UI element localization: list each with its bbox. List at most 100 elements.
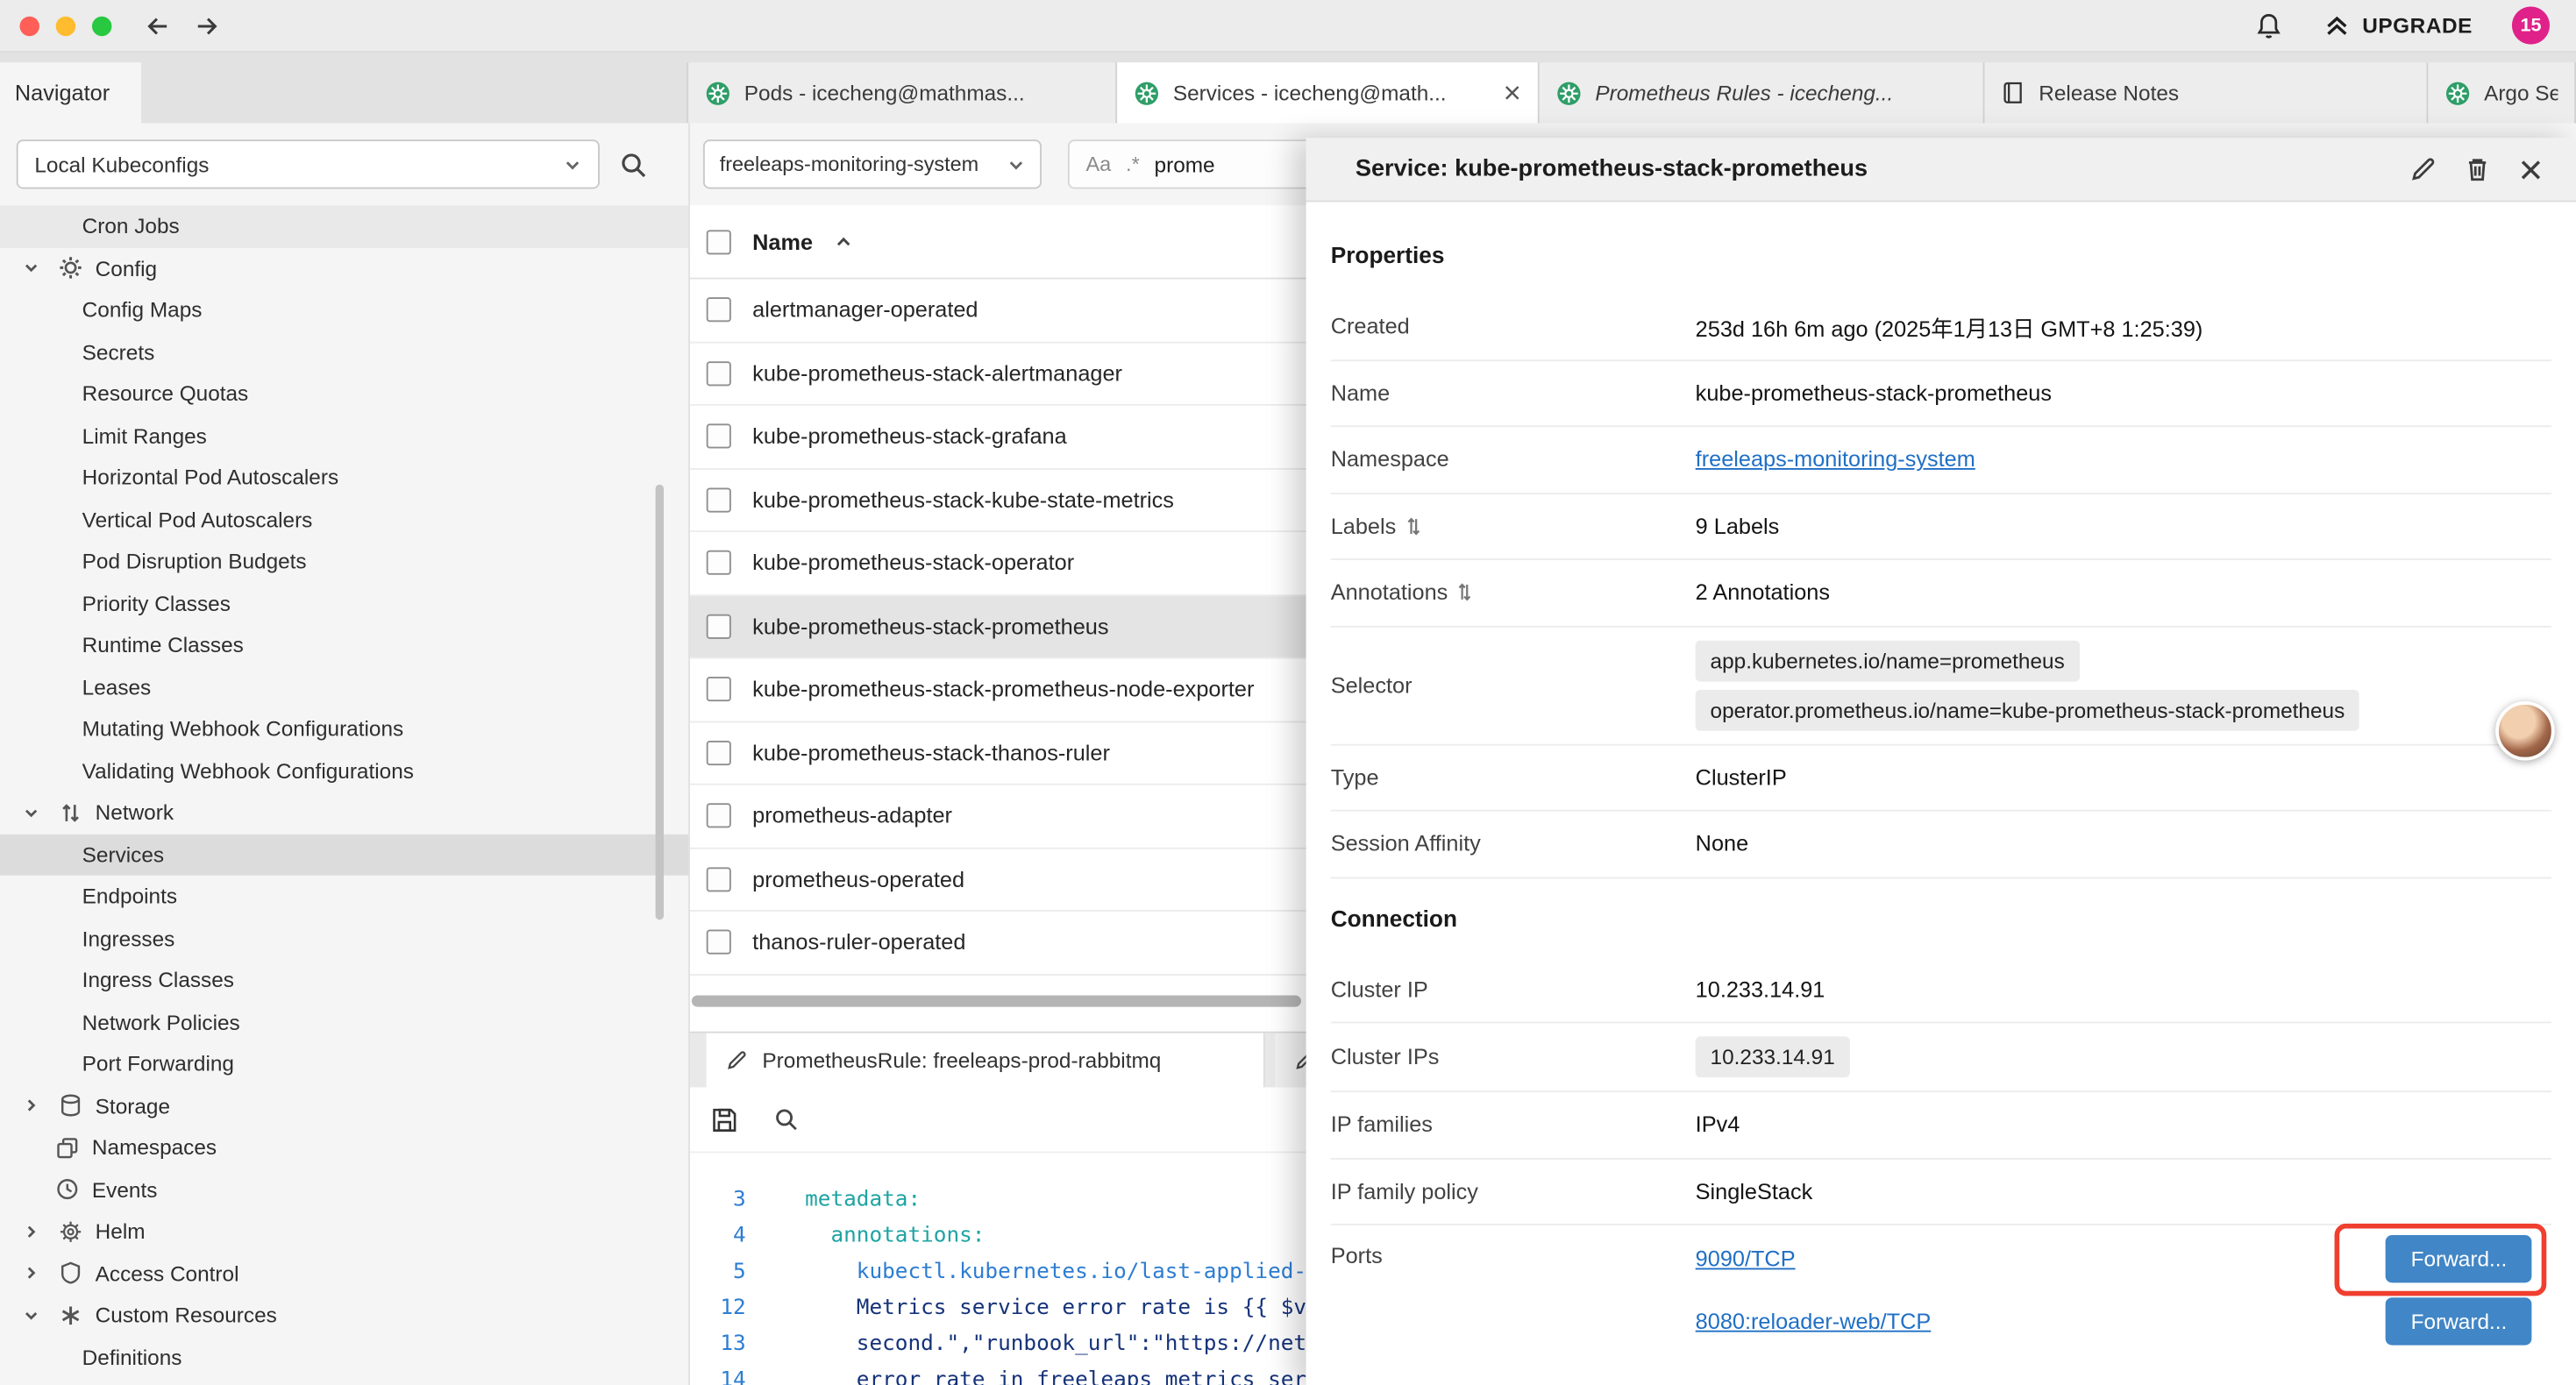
close-icon[interactable] — [2518, 157, 2543, 181]
row-checkbox[interactable] — [707, 424, 731, 449]
sidebar-item-namespaces[interactable]: Namespaces — [0, 1126, 688, 1168]
row-name: kube-prometheus-stack-kube-state-metrics — [752, 487, 1174, 512]
sidebar-search-icon[interactable] — [619, 150, 647, 178]
row-checkbox[interactable] — [707, 677, 731, 701]
sidebar-item-config-maps[interactable]: Config Maps — [0, 289, 688, 331]
sidebar-item-storage[interactable]: Storage — [0, 1085, 688, 1127]
sidebar-item-cron-jobs[interactable]: Cron Jobs — [0, 205, 688, 247]
trash-icon[interactable] — [2465, 156, 2491, 182]
dock-tab-prometheusrule[interactable]: PrometheusRule: freeleaps-prod-rabbitmq — [707, 1033, 1265, 1088]
property-label: Created — [1331, 314, 1696, 338]
port-link[interactable]: 8080:reloader-web/TCP — [1696, 1308, 1932, 1332]
sidebar-item-pod-disruption-budgets[interactable]: Pod Disruption Budgets — [0, 540, 688, 582]
sidebar-item-validating-webhook-configurations[interactable]: Validating Webhook Configurations — [0, 749, 688, 792]
save-floppy-icon[interactable] — [711, 1106, 737, 1133]
row-checkbox[interactable] — [707, 550, 731, 575]
navigator-panel-tab[interactable]: Navigator — [0, 62, 141, 123]
port-link[interactable]: 9090/TCP — [1696, 1246, 1796, 1270]
section-heading-connection: Connection — [1331, 878, 2551, 937]
sidebar-item-custom-resources[interactable]: Custom Resources — [0, 1294, 688, 1336]
tab-pods-icecheng-mathmas[interactable]: Pods - icecheng@mathmas... — [687, 62, 1117, 123]
sidebar-item-label: Endpoints — [82, 884, 177, 909]
edit-pencil-icon[interactable] — [2410, 156, 2437, 182]
list-search-input[interactable]: Aa .* prome — [1068, 139, 1316, 188]
upgrade-button[interactable]: UPGRADE — [2323, 11, 2473, 39]
chevron-down-icon[interactable] — [23, 260, 59, 277]
sidebar-toolbar: Local Kubeconfigs — [0, 124, 688, 206]
sidebar-item-config[interactable]: Config — [0, 247, 688, 289]
zoom-window-button[interactable] — [92, 16, 111, 35]
chevron-right-icon[interactable] — [23, 1223, 59, 1239]
row-checkbox[interactable] — [707, 298, 731, 323]
sidebar-item-runtime-classes[interactable]: Runtime Classes — [0, 624, 688, 666]
sidebar-item-leases[interactable]: Leases — [0, 666, 688, 708]
sidebar-item-network-policies[interactable]: Network Policies — [0, 1001, 688, 1043]
tab-close-icon[interactable] — [1503, 84, 1521, 103]
property-row-labels: Labels9 Labels — [1331, 494, 2551, 560]
minimize-window-button[interactable] — [56, 16, 75, 35]
property-value: None — [1696, 832, 2551, 856]
sidebar-item-label: Custom Resources — [96, 1303, 277, 1327]
row-checkbox[interactable] — [707, 487, 731, 512]
row-checkbox[interactable] — [707, 361, 731, 386]
name-column-header[interactable]: Name — [752, 229, 813, 253]
horizontal-scrollbar[interactable] — [692, 995, 1301, 1006]
window-controls — [19, 16, 111, 35]
sidebar-item-mutating-webhook-configurations[interactable]: Mutating Webhook Configurations — [0, 708, 688, 750]
sidebar-item-helm[interactable]: Helm — [0, 1211, 688, 1253]
tab-release-notes[interactable]: Release Notes — [1984, 62, 2428, 123]
select-all-checkbox[interactable] — [707, 229, 731, 253]
tab-argo-se[interactable]: Argo Se — [2428, 62, 2576, 123]
chevron-right-icon[interactable] — [23, 1097, 59, 1114]
property-row-created: Created253d 16h 6m ago (2025年1月13日 GMT+8… — [1331, 294, 2551, 360]
notifications-bell-icon[interactable] — [2254, 11, 2284, 40]
forward-button[interactable]: Forward... — [2387, 1234, 2532, 1282]
forward-button[interactable]: Forward... — [2387, 1296, 2532, 1344]
row-checkbox[interactable] — [707, 930, 731, 955]
row-checkbox[interactable] — [707, 741, 731, 765]
tab-services-icecheng-math[interactable]: Services - icecheng@math... — [1117, 62, 1540, 123]
sidebar-scrollbar[interactable] — [656, 485, 664, 920]
sidebar-item-horizontal-pod-autoscalers[interactable]: Horizontal Pod Autoscalers — [0, 457, 688, 499]
sidebar-item-port-forwarding[interactable]: Port Forwarding — [0, 1043, 688, 1085]
sidebar-item-label: Config — [96, 256, 157, 281]
namespace-link[interactable]: freeleaps-monitoring-system — [1696, 447, 1975, 472]
row-checkbox[interactable] — [707, 614, 731, 638]
sidebar-item-endpoints[interactable]: Endpoints — [0, 876, 688, 918]
forward-arrow-icon[interactable] — [194, 12, 220, 39]
sidebar-item-ingresses[interactable]: Ingresses — [0, 917, 688, 959]
row-checkbox[interactable] — [707, 804, 731, 828]
kubeconfig-select[interactable]: Local Kubeconfigs — [17, 139, 600, 188]
back-arrow-icon[interactable] — [145, 12, 171, 39]
row-checkbox[interactable] — [707, 867, 731, 891]
sidebar-item-network[interactable]: Network — [0, 792, 688, 834]
sidebar-item-access-control[interactable]: Access Control — [0, 1253, 688, 1295]
assistant-avatar[interactable] — [2495, 701, 2554, 760]
sort-ascending-icon[interactable] — [834, 232, 852, 251]
line-number: 14 — [690, 1363, 762, 1385]
sidebar-item-vertical-pod-autoscalers[interactable]: Vertical Pod Autoscalers — [0, 499, 688, 541]
tab-prometheus-rules-icecheng[interactable]: Prometheus Rules - icecheng... — [1540, 62, 1985, 123]
sidebar-item-events[interactable]: Events — [0, 1168, 688, 1211]
notification-count-badge[interactable]: 15 — [2512, 6, 2550, 44]
match-case-toggle[interactable]: Aa — [1086, 153, 1112, 175]
sidebar-item-label: Limit Ranges — [82, 423, 207, 448]
dock-tab-label: PrometheusRule: freeleaps-prod-rabbitmq — [762, 1048, 1161, 1072]
regex-toggle[interactable]: .* — [1126, 153, 1140, 175]
sidebar-item-definitions[interactable]: Definitions — [0, 1336, 688, 1378]
sidebar-item-resource-quotas[interactable]: Resource Quotas — [0, 373, 688, 415]
sidebar-item-ingress-classes[interactable]: Ingress Classes — [0, 959, 688, 1001]
namespace-select[interactable]: freeleaps-monitoring-system — [703, 139, 1042, 188]
dock-search-icon[interactable] — [774, 1107, 799, 1132]
sidebar-item-priority-classes[interactable]: Priority Classes — [0, 582, 688, 624]
chevron-down-icon — [1007, 155, 1026, 174]
chevron-down-icon[interactable] — [23, 1307, 59, 1324]
chevron-right-icon[interactable] — [23, 1265, 59, 1282]
sidebar-item-limit-ranges[interactable]: Limit Ranges — [0, 415, 688, 457]
sidebar-item-services[interactable]: Services — [0, 834, 688, 876]
cluster-wheel-icon — [1134, 80, 1160, 106]
sidebar-item-secrets[interactable]: Secrets — [0, 331, 688, 373]
close-window-button[interactable] — [19, 16, 39, 35]
chevron-down-icon[interactable] — [23, 805, 59, 821]
property-label: Session Affinity — [1331, 832, 1696, 856]
